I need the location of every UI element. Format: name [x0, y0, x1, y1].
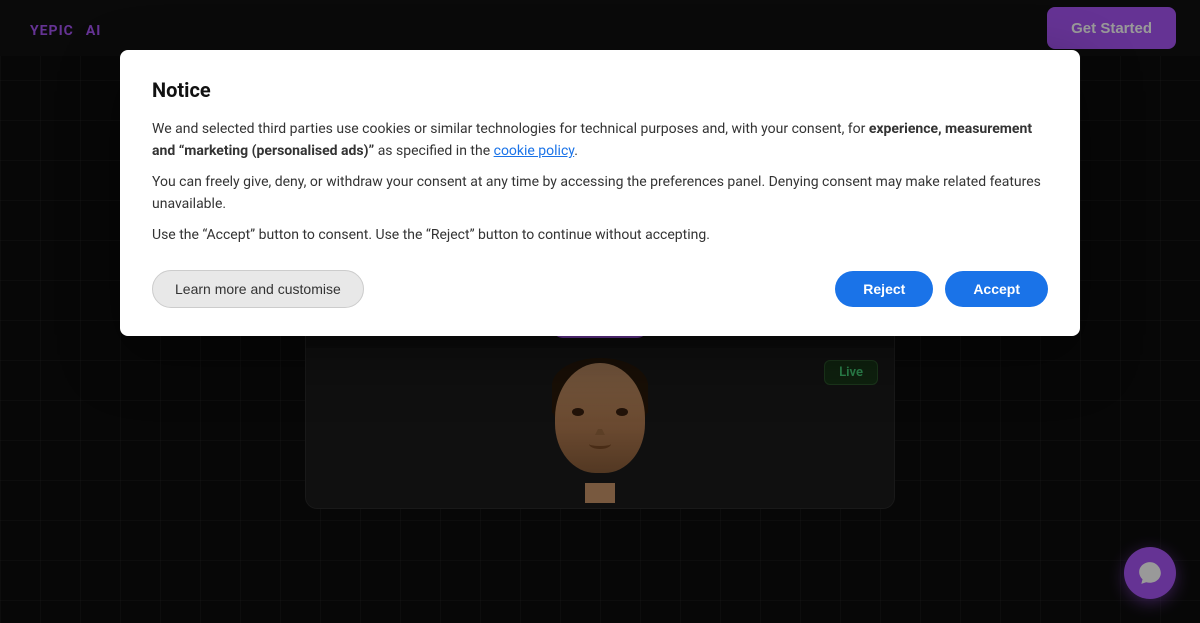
- notice-text-mid: as specified in the: [374, 143, 493, 159]
- notice-action-right: Reject Accept: [835, 271, 1048, 307]
- notice-title: Notice: [152, 78, 1048, 102]
- notice-text-intro: We and selected third parties use cookie…: [152, 121, 869, 137]
- notice-text-after-link: .: [574, 143, 578, 159]
- cookie-policy-link[interactable]: cookie policy: [494, 143, 575, 159]
- notice-body-paragraph-1: We and selected third parties use cookie…: [152, 118, 1048, 163]
- notice-actions: Learn more and customise Reject Accept: [152, 270, 1048, 308]
- accept-button[interactable]: Accept: [945, 271, 1048, 307]
- learn-more-button[interactable]: Learn more and customise: [152, 270, 364, 308]
- reject-button[interactable]: Reject: [835, 271, 933, 307]
- notice-body-paragraph-2: You can freely give, deny, or withdraw y…: [152, 171, 1048, 216]
- notice-modal: Notice We and selected third parties use…: [120, 50, 1080, 336]
- notice-body-paragraph-3: Use the “Accept” button to consent. Use …: [152, 224, 1048, 246]
